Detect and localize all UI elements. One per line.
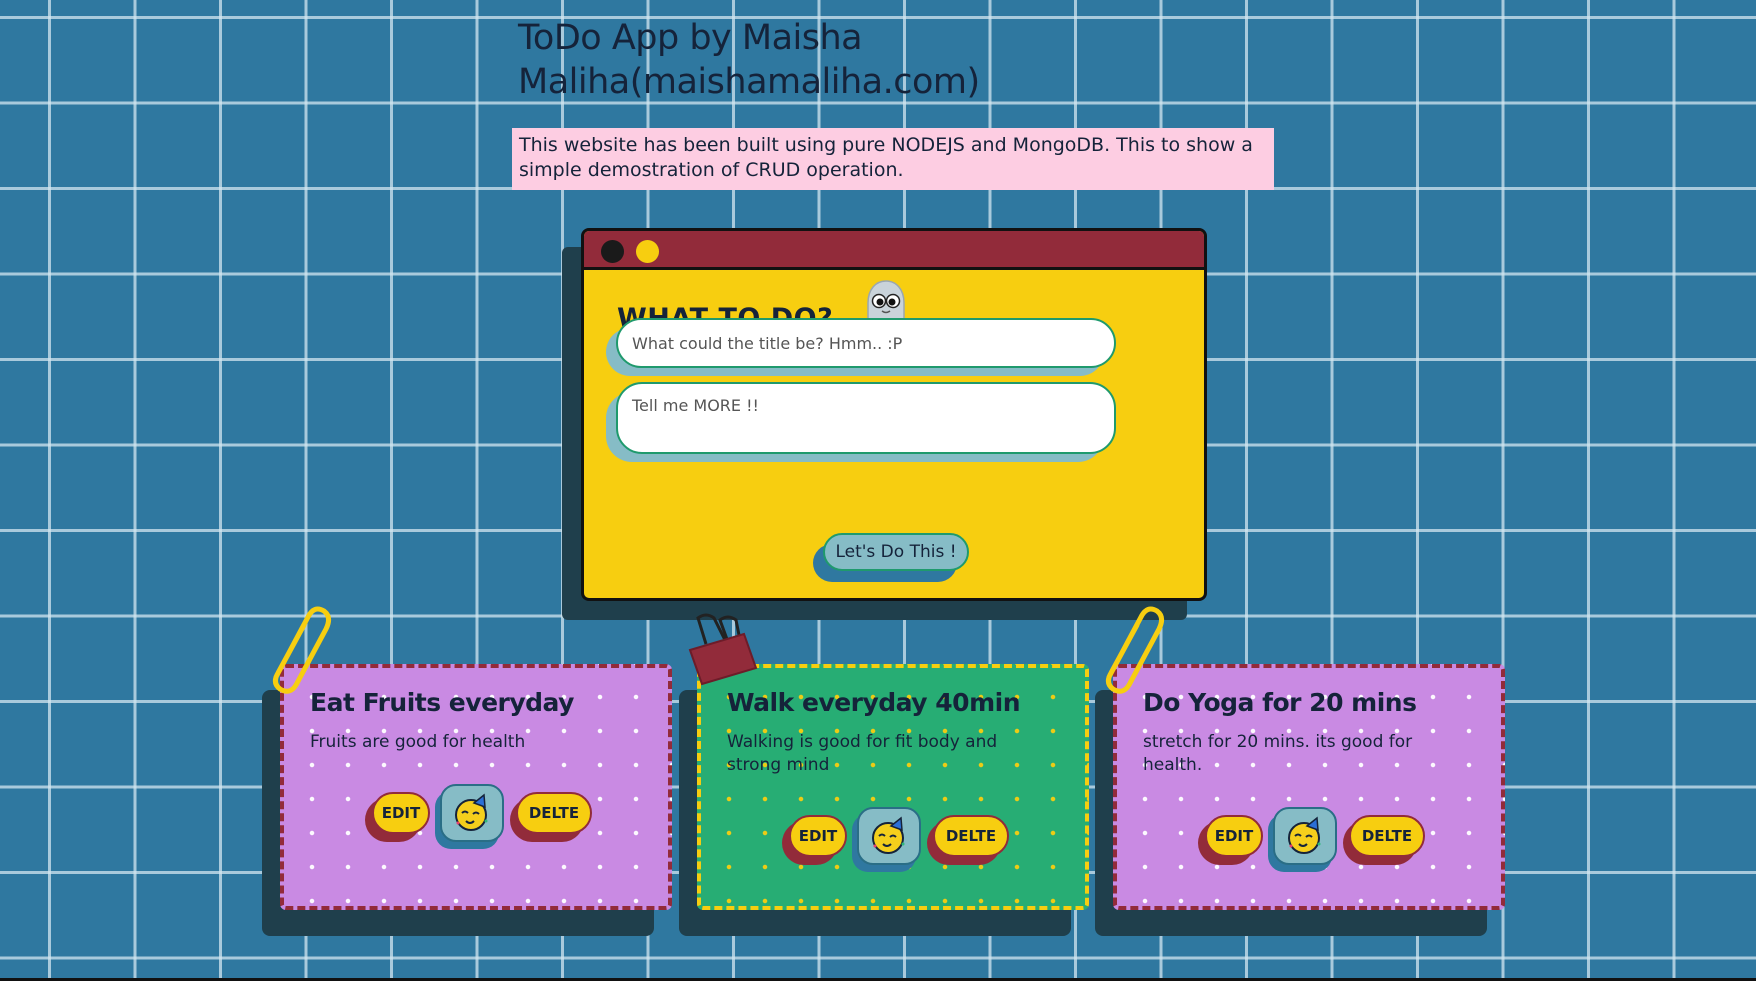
body-textarea[interactable] (616, 382, 1116, 454)
party-face-icon (1288, 816, 1321, 854)
paperclip-icon (1105, 606, 1165, 694)
edit-button[interactable]: EDIT (789, 815, 847, 857)
todo-card: Walk everyday 40min Walking is good for … (697, 664, 1089, 910)
edit-button[interactable]: EDIT (372, 792, 430, 834)
party-face-icon (872, 816, 905, 854)
title-input[interactable] (616, 318, 1116, 368)
todo-body: stretch for 20 mins. its good for health… (1143, 732, 1413, 775)
window-title-bar (584, 231, 1204, 270)
delete-button[interactable]: DELTE (516, 792, 592, 834)
todo-card: Do Yoga for 20 mins stretch for 20 mins.… (1113, 664, 1505, 910)
window-dot-black-icon (601, 240, 624, 263)
binder-clip-icon (688, 613, 758, 686)
celebrate-emoji-button[interactable] (440, 784, 504, 842)
submit-button[interactable]: Let's Do This ! (823, 533, 969, 571)
edit-button[interactable]: EDIT (1205, 815, 1263, 857)
todo-title: Do Yoga for 20 mins (1143, 688, 1417, 717)
delete-button[interactable]: DELTE (933, 815, 1009, 857)
todo-body: Fruits are good for health (310, 732, 526, 752)
celebrate-emoji-button[interactable] (1273, 807, 1337, 865)
party-face-icon (455, 793, 488, 831)
app-title: ToDo App by Maisha Maliha(maishamaliha.c… (518, 18, 980, 102)
app-description: This website has been built using pure N… (512, 128, 1274, 190)
celebrate-emoji-button[interactable] (857, 807, 921, 865)
todo-title: Walk everyday 40min (727, 688, 1021, 717)
window-dot-yellow-icon (636, 240, 659, 263)
todo-card: Eat Fruits everyday Fruits are good for … (280, 664, 672, 910)
todo-form-window: WHAT TO DO? Let's Do This ! (581, 228, 1207, 601)
delete-button[interactable]: DELTE (1349, 815, 1425, 857)
todo-title: Eat Fruits everyday (310, 688, 574, 717)
todo-body: Walking is good for fit body and strong … (727, 732, 998, 775)
paperclip-icon (272, 606, 332, 694)
